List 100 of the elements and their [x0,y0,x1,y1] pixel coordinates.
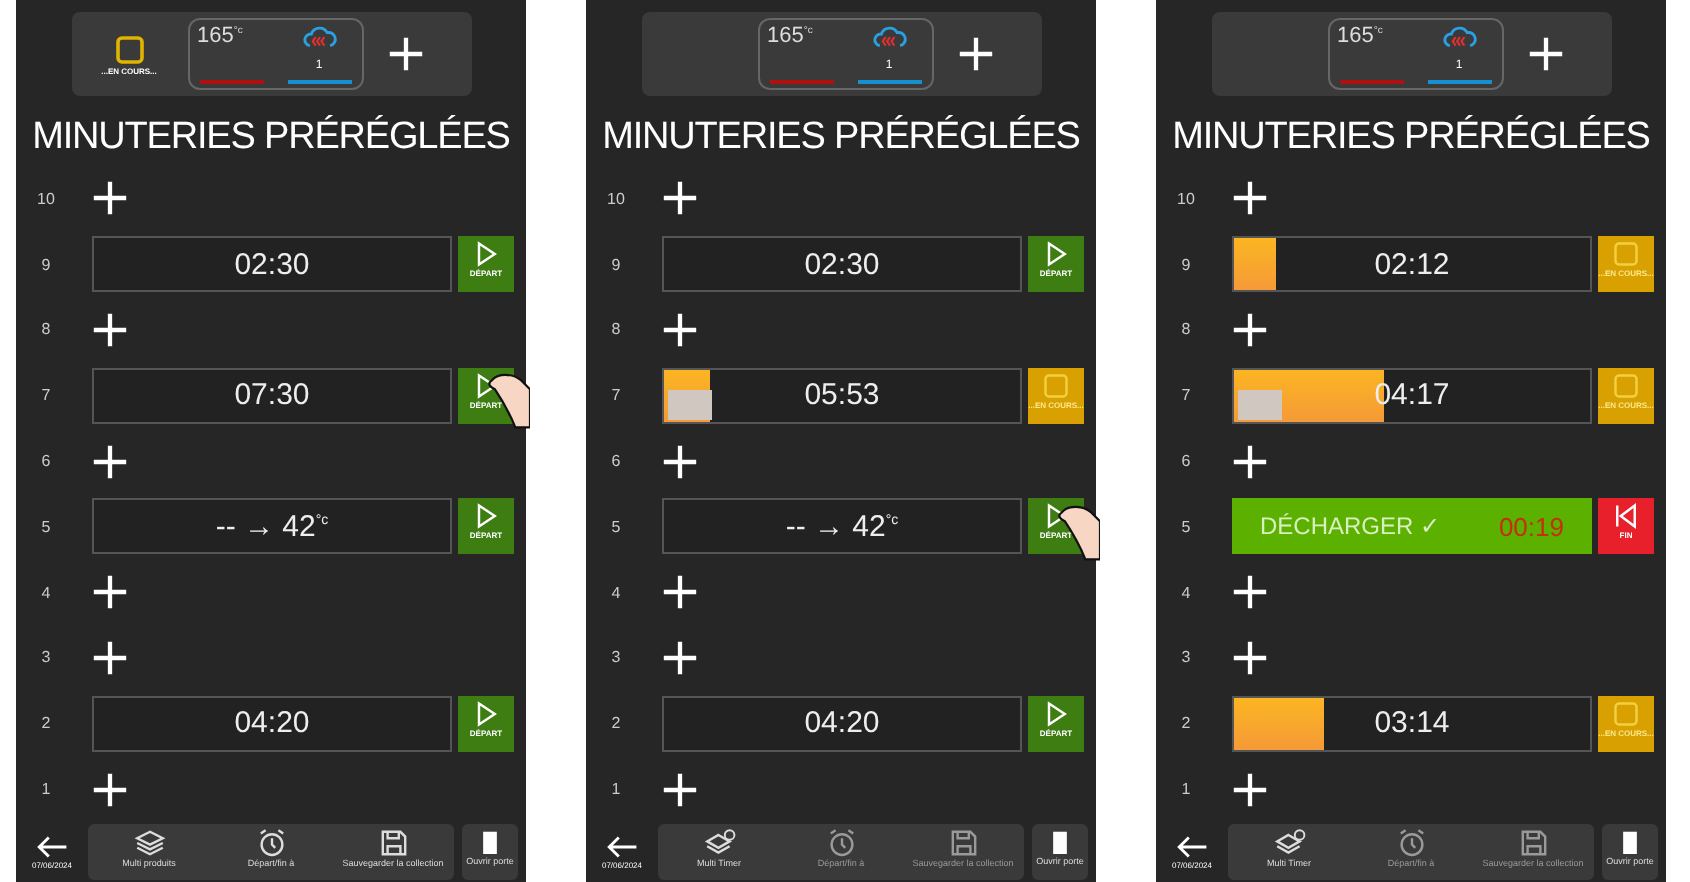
plus-icon[interactable] [662,574,698,611]
layers-icon [133,828,165,858]
door-icon [1618,828,1642,856]
square-icon [1612,699,1640,728]
square-icon [1042,371,1070,400]
timer-field[interactable]: 05:53 [662,367,1022,424]
row-number: 6 [39,452,53,471]
timer-field[interactable]: 03:14 [1232,695,1592,752]
row-number: 9 [1179,255,1193,274]
plus-icon[interactable] [662,443,698,480]
play-icon [472,699,500,728]
timer-value: 02:30 [804,247,880,282]
plus-icon[interactable] [662,771,698,808]
cloud-heat-icon [871,24,907,50]
alarm-clock-icon [825,828,857,858]
plus-icon[interactable] [1232,180,1268,217]
timer-value: 02:30 [234,247,310,282]
layers-timer-icon [1273,828,1305,858]
row-number: 1 [609,780,623,799]
row-number: 8 [39,320,53,339]
row-number: 5 [1179,517,1193,536]
timer-value: 00:19 [1498,511,1564,542]
row-number: 7 [39,386,53,405]
door-icon [1048,828,1072,856]
row-number: 2 [609,714,623,733]
plus-icon[interactable] [92,311,128,348]
temperature-reading: 165$^{°c}$ [197,24,243,48]
cloud-heat-icon [1441,24,1477,50]
screen-title: MINUTERIES PRÉRÉGLÉES [30,113,512,162]
plus-icon[interactable] [662,639,698,676]
plus-icon[interactable] [1232,311,1268,348]
play-icon [1042,699,1070,728]
timer-value: 03:14 [1374,706,1450,741]
play-icon [472,502,500,531]
row-number: 7 [609,386,623,405]
row-number: 5 [39,517,53,536]
timer-field[interactable]: -- → 42$^{°c}$ [662,498,1022,555]
row-number: 10 [1175,189,1197,208]
plus-icon[interactable] [1232,639,1268,676]
timer-field[interactable]: 04:20 [92,695,452,752]
plus-icon[interactable] [1232,443,1268,480]
save-icon [947,828,979,858]
timer-value: 04:20 [234,706,310,741]
row-number: 6 [609,452,623,471]
plus-icon[interactable] [92,180,128,217]
timer-field[interactable]: 02:30 [92,236,452,293]
row-number: 9 [39,255,53,274]
row-number: 5 [609,517,623,536]
plus-icon[interactable] [1527,36,1563,72]
save-icon [1517,828,1549,858]
row-number: 3 [39,648,53,667]
row-number: 4 [609,583,623,602]
timer-field[interactable]: 02:30 [662,236,1022,293]
row-number: 3 [1179,648,1193,667]
back-arrow-icon[interactable] [36,834,68,860]
row-number: 1 [1179,780,1193,799]
row-number: 10 [605,189,627,208]
plus-icon[interactable] [1232,574,1268,611]
save-icon [377,828,409,858]
back-arrow-icon[interactable] [606,834,638,860]
timer-field[interactable]: 02:12 [1232,236,1592,293]
plus-icon[interactable] [92,639,128,676]
layers-timer-icon [703,828,735,858]
plus-icon[interactable] [92,574,128,611]
cloud-heat-icon [301,24,337,50]
row-number: 2 [39,714,53,733]
plus-icon[interactable] [92,443,128,480]
row-number: 8 [609,320,623,339]
square-icon [1612,371,1640,400]
row-number: 3 [609,648,623,667]
timer-value: 02:12 [1374,247,1450,282]
row-number: 4 [39,583,53,602]
plus-icon[interactable] [662,311,698,348]
temperature-reading: 165$^{°c}$ [1337,24,1383,48]
timer-value: 04:20 [804,706,880,741]
alarm-clock-icon [255,828,287,858]
plus-icon[interactable] [1232,771,1268,808]
unload-label: DÉCHARGER ✓ [1260,512,1441,541]
timer-field[interactable]: 04:20 [662,695,1022,752]
temperature-reading: 165$^{°c}$ [767,24,813,48]
square-icon [113,33,145,65]
plus-icon[interactable] [387,36,423,72]
plus-icon[interactable] [92,771,128,808]
row-number: 1 [39,780,53,799]
timer-value: 05:53 [804,378,880,413]
plus-icon[interactable] [957,36,993,72]
door-icon [478,828,502,856]
row-number: 9 [609,255,623,274]
timer-field[interactable]: 07:30 [92,367,452,424]
row-number: 2 [1179,714,1193,733]
back-arrow-icon[interactable] [1176,834,1208,860]
timer-field[interactable]: -- → 42$^{°c}$ [92,498,452,555]
row-number: 8 [1179,320,1193,339]
plus-icon[interactable] [662,180,698,217]
row-number: 4 [1179,583,1193,602]
row-number: 7 [1179,386,1193,405]
row-number: 10 [35,189,57,208]
timer-value: -- → 42$^{°c}$ [215,509,329,544]
screen-title: MINUTERIES PRÉRÉGLÉES [600,113,1082,162]
timer-value: 07:30 [234,378,310,413]
